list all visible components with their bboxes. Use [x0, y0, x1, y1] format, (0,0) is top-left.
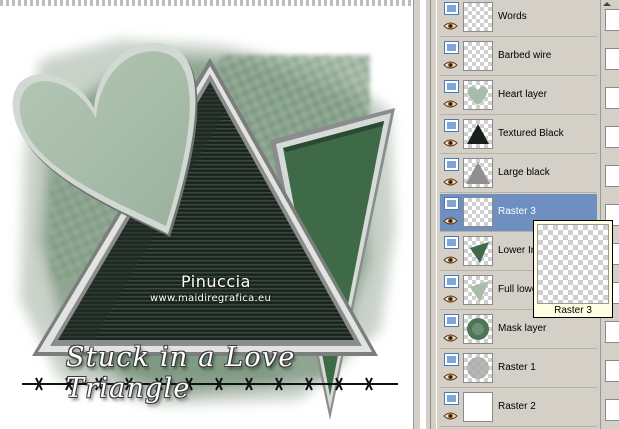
layer-visibility-controls — [443, 197, 460, 229]
image-canvas[interactable]: Pinuccia www.maidiregrafica.eu Stuck in … — [0, 0, 420, 429]
layer-name[interactable]: Raster 1 — [498, 362, 594, 373]
layer-row[interactable]: Words — [440, 0, 597, 37]
layer-group-toggle-icon[interactable] — [444, 314, 459, 327]
layer-name[interactable]: Words — [498, 11, 594, 22]
layer-group-toggle-icon[interactable] — [444, 41, 459, 54]
layer-thumbnail[interactable] — [463, 158, 493, 188]
layer-thumbnail[interactable] — [463, 80, 493, 110]
layer-group-toggle-icon[interactable] — [444, 2, 459, 15]
layer-group-toggle-icon[interactable] — [444, 80, 459, 93]
palette-splitter[interactable] — [426, 0, 437, 429]
layer-group-toggle-icon[interactable] — [444, 275, 459, 288]
layer-row[interactable]: Heart layer — [440, 77, 597, 115]
layer-visibility-controls — [443, 119, 460, 151]
layers-palette: Words Barbed wire Heart layer Textured Blac… — [426, 0, 619, 429]
layer-row[interactable]: Textured Black — [440, 116, 597, 154]
layer-group-toggle-icon[interactable] — [444, 197, 459, 210]
layer-properties-column — [600, 0, 619, 429]
layer-blend-mode-cell[interactable] — [605, 9, 619, 31]
visibility-eye-icon[interactable] — [443, 138, 458, 148]
layer-group-toggle-icon[interactable] — [444, 158, 459, 171]
layer-blend-mode-cell[interactable] — [605, 321, 619, 343]
layer-thumbnail[interactable] — [463, 2, 493, 32]
layer-group-toggle-icon[interactable] — [444, 392, 459, 405]
tooltip-label: Raster 3 — [554, 305, 592, 316]
watermark-name: Pinuccia — [181, 272, 251, 291]
layer-visibility-controls — [443, 41, 460, 73]
layer-visibility-controls — [443, 353, 460, 385]
layer-name[interactable]: Raster 2 — [498, 401, 594, 412]
layer-group-toggle-icon[interactable] — [444, 353, 459, 366]
layer-thumbnail[interactable] — [463, 236, 493, 266]
layer-visibility-controls — [443, 314, 460, 346]
visibility-eye-icon[interactable] — [443, 177, 458, 187]
watermark-url: www.maidiregrafica.eu — [150, 293, 272, 304]
layer-thumbnail[interactable] — [463, 41, 493, 71]
layer-row[interactable]: Large black — [440, 155, 597, 193]
visibility-eye-icon[interactable] — [443, 294, 458, 304]
layer-name[interactable]: Textured Black — [498, 128, 594, 139]
layer-blend-mode-cell[interactable] — [605, 165, 619, 187]
layer-thumbnail[interactable] — [463, 353, 493, 383]
layer-blend-mode-cell[interactable] — [605, 399, 619, 421]
layer-row[interactable]: Raster 2 — [440, 389, 597, 427]
layer-group-toggle-icon[interactable] — [444, 119, 459, 132]
visibility-eye-icon[interactable] — [443, 372, 458, 382]
layer-visibility-controls — [443, 392, 460, 424]
layer-name[interactable]: Large black — [498, 167, 594, 178]
visibility-eye-icon[interactable] — [443, 99, 458, 109]
layer-visibility-controls — [443, 275, 460, 307]
scroll-up-icon[interactable] — [601, 0, 613, 8]
layer-blend-mode-cell[interactable] — [605, 87, 619, 109]
tooltip-preview-image — [537, 224, 609, 304]
layer-name[interactable]: Barbed wire — [498, 50, 594, 61]
layer-visibility-controls — [443, 80, 460, 112]
layer-thumbnail[interactable] — [463, 197, 493, 227]
layer-thumbnail[interactable] — [463, 314, 493, 344]
layer-row[interactable]: Barbed wire — [440, 38, 597, 76]
canvas-scroll-edge[interactable] — [413, 0, 420, 429]
visibility-eye-icon[interactable] — [443, 333, 458, 343]
layer-row[interactable]: Raster 1 — [440, 350, 597, 388]
layer-group-toggle-icon[interactable] — [444, 236, 459, 249]
layer-name[interactable]: Raster 3 — [498, 206, 594, 217]
visibility-eye-icon[interactable] — [443, 21, 458, 31]
visibility-eye-icon[interactable] — [443, 411, 458, 421]
layer-thumbnail[interactable] — [463, 119, 493, 149]
layer-blend-mode-cell[interactable] — [605, 126, 619, 148]
layer-visibility-controls — [443, 158, 460, 190]
layer-visibility-controls — [443, 236, 460, 268]
layer-thumbnail-tooltip: Raster 3 — [533, 220, 613, 318]
layer-visibility-controls — [443, 2, 460, 34]
layer-blend-mode-cell[interactable] — [605, 48, 619, 70]
layer-name[interactable]: Mask layer — [498, 323, 594, 334]
layer-blend-mode-cell[interactable] — [605, 360, 619, 382]
tag-title-text: Stuck in a Love Triangle — [66, 342, 296, 404]
visibility-eye-icon[interactable] — [443, 255, 458, 265]
layer-thumbnail[interactable] — [463, 392, 493, 422]
visibility-eye-icon[interactable] — [443, 216, 458, 226]
layer-thumbnail[interactable] — [463, 275, 493, 305]
visibility-eye-icon[interactable] — [443, 60, 458, 70]
layer-name[interactable]: Heart layer — [498, 89, 594, 100]
